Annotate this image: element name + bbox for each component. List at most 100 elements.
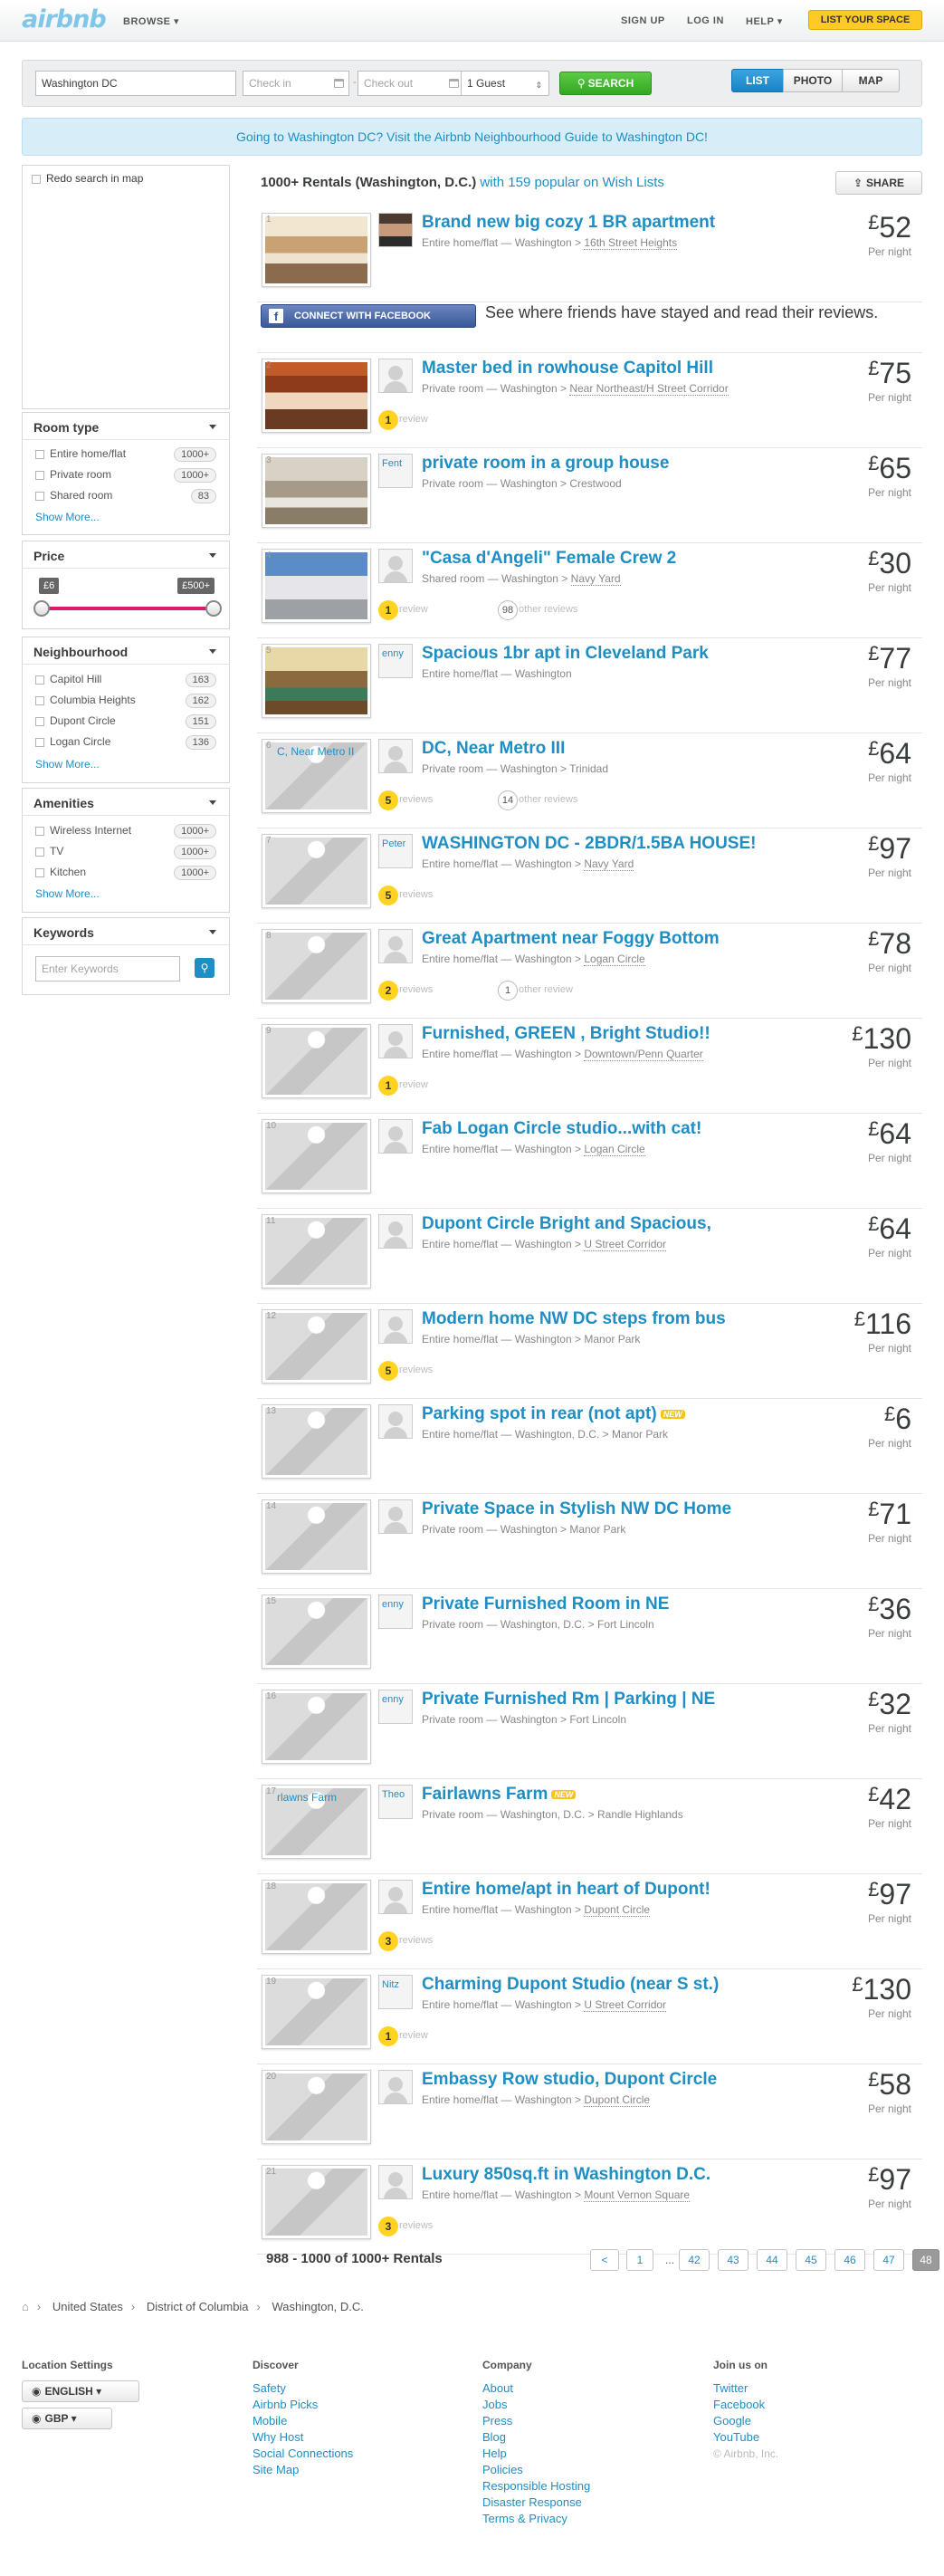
host-avatar[interactable] <box>378 1214 413 1249</box>
listing-photo-placeholder[interactable] <box>265 1693 367 1760</box>
neighbourhood[interactable]: U Street Corridor <box>584 1998 667 2012</box>
footer-link[interactable]: YouTube <box>713 2429 930 2446</box>
listing-row[interactable]: 20 Embassy Row studio, Dupont Circle Entir… <box>257 2064 922 2159</box>
neighbourhood[interactable]: Logan Circle <box>584 1143 645 1156</box>
listing-title-link[interactable]: Dupont Circle Bright and Spacious, <box>422 1214 711 1234</box>
footer-link[interactable]: Help <box>482 2446 700 2462</box>
host-avatar[interactable] <box>378 739 413 773</box>
listing-thumbnail[interactable] <box>262 2070 371 2144</box>
footer-link[interactable]: Site Map <box>253 2462 470 2478</box>
listing-row[interactable]: rlawns Farm 17 Theo Fairlawns Farm NEW Privat… <box>257 1779 922 1874</box>
language-select[interactable]: ◉ ENGLISH ▾ <box>22 2380 139 2402</box>
listing-title-link[interactable]: Master bed in rowhouse Capitol Hill <box>422 359 713 378</box>
checkbox[interactable] <box>35 449 44 459</box>
currency-select[interactable]: ◉ GBP ▾ <box>22 2408 112 2429</box>
search-button[interactable]: ⚲ SEARCH <box>559 72 652 95</box>
listing-title-link[interactable]: Fairlawns Farm NEW <box>422 1785 577 1805</box>
listing-row[interactable]: 3 Fent private room in a group house Privat… <box>257 448 922 543</box>
listing-row[interactable]: 11 Dupont Circle Bright and Spacious, Enti… <box>257 1209 922 1304</box>
filter-option[interactable]: Columbia Heights <box>35 694 136 706</box>
listing-row[interactable]: 16 enny Private Furnished Rm | Parking | N… <box>257 1684 922 1779</box>
checkin-input[interactable]: Check in <box>243 71 349 96</box>
listing-thumbnail[interactable] <box>262 1594 371 1669</box>
listing-row[interactable]: 15 enny Private Furnished Room in NE Privat… <box>257 1589 922 1684</box>
listing-photo-placeholder[interactable] <box>265 2073 367 2140</box>
price-slider-track[interactable] <box>41 607 213 610</box>
footer-link[interactable]: Airbnb Picks <box>253 2397 470 2413</box>
host-avatar[interactable]: Fent <box>378 454 413 488</box>
home-icon[interactable]: ⌂ <box>22 2300 29 2313</box>
neighbourhood[interactable]: Near Northeast/H Street Corridor <box>569 382 729 396</box>
neighbourhood-show-more[interactable]: Show More... <box>35 758 100 771</box>
share-button[interactable]: ⇪ SHARE <box>835 171 922 195</box>
footer-link[interactable]: Press <box>482 2413 700 2429</box>
room-type-show-more[interactable]: Show More... <box>35 511 100 523</box>
listing-thumbnail[interactable]: C, Near Metro II <box>262 739 371 813</box>
host-avatar[interactable] <box>378 359 413 393</box>
browse-menu[interactable]: BROWSE ▾ <box>123 15 179 27</box>
listing-title-link[interactable]: Modern home NW DC steps from bus <box>422 1309 726 1329</box>
host-avatar[interactable]: enny <box>378 1690 413 1724</box>
host-avatar[interactable] <box>378 1024 413 1058</box>
filter-option[interactable]: Capitol Hill <box>35 673 101 685</box>
filter-option[interactable]: Wireless Internet <box>35 824 131 837</box>
listing-row[interactable]: 19 Nitz Charming Dupont Studio (near S st.… <box>257 1969 922 2064</box>
breadcrumb-state[interactable]: District of Columbia <box>147 2300 249 2313</box>
listing-photo[interactable] <box>265 552 367 619</box>
neighbourhood[interactable]: U Street Corridor <box>584 1238 667 1251</box>
listing-photo-placeholder[interactable] <box>265 838 367 905</box>
review-count-badge[interactable]: 3 <box>378 2217 398 2236</box>
view-photo-button[interactable]: PHOTO <box>783 69 843 92</box>
listing-row[interactable]: 8 Great Apartment near Foggy Bottom Entire… <box>257 924 922 1019</box>
host-avatar[interactable]: enny <box>378 1594 413 1629</box>
review-count-badge[interactable]: 1 <box>378 2026 398 2046</box>
filter-option[interactable]: Kitchen <box>35 866 86 878</box>
listing-title-link[interactable]: WASHINGTON DC - 2BDR/1.5BA HOUSE! <box>422 834 756 854</box>
map-panel[interactable]: Redo search in map <box>22 165 230 409</box>
host-avatar[interactable] <box>378 1880 413 1914</box>
listing-thumbnail[interactable] <box>262 1404 371 1479</box>
host-avatar[interactable] <box>378 549 413 583</box>
page-48-button[interactable]: 48 <box>912 2249 939 2271</box>
host-avatar[interactable] <box>378 213 413 247</box>
neighbourhood[interactable]: Navy Yard <box>570 572 621 586</box>
listing-thumbnail[interactable] <box>262 1499 371 1574</box>
listing-row[interactable]: 2 Master bed in rowhouse Capitol Hill Priv… <box>257 353 922 448</box>
filter-option[interactable]: Shared room <box>35 489 112 502</box>
listing-thumbnail[interactable] <box>262 1880 371 1954</box>
checkbox[interactable] <box>35 737 44 747</box>
checkbox[interactable] <box>35 847 44 857</box>
listing-title-link[interactable]: Entire home/apt in heart of Dupont! <box>422 1880 710 1900</box>
listing-row[interactable]: 1 Brand new big cozy 1 BR apartment Entire… <box>257 207 922 302</box>
page-46-button[interactable]: 46 <box>834 2249 865 2271</box>
host-avatar[interactable] <box>378 2070 413 2104</box>
listing-thumbnail[interactable] <box>262 1309 371 1384</box>
listing-title-link[interactable]: Spacious 1br apt in Cleveland Park <box>422 644 709 664</box>
listing-thumbnail[interactable] <box>262 834 371 908</box>
neighbourhood[interactable]: Navy Yard <box>584 857 634 871</box>
listing-row[interactable]: 9 Furnished, GREEN , Bright Studio!! Entir… <box>257 1019 922 1114</box>
checkbox[interactable] <box>35 491 44 501</box>
listing-photo-placeholder[interactable] <box>265 1503 367 1570</box>
host-avatar[interactable] <box>378 929 413 963</box>
keywords-search-button[interactable]: ⚲ <box>195 958 215 978</box>
footer-link[interactable]: Blog <box>482 2429 700 2446</box>
neighbourhood[interactable]: Dupont Circle <box>584 1903 651 1917</box>
listing-photo-placeholder[interactable] <box>265 933 367 1000</box>
filter-option[interactable]: Dupont Circle <box>35 714 116 727</box>
listing-title-link[interactable]: Furnished, GREEN , Bright Studio!! <box>422 1024 710 1044</box>
listing-row[interactable]: 21 Luxury 850sq.ft in Washington D.C. Enti… <box>257 2159 922 2255</box>
host-avatar[interactable]: Nitz <box>378 1975 413 2009</box>
view-map-button[interactable]: MAP <box>842 69 900 92</box>
listing-photo-placeholder[interactable] <box>265 1313 367 1380</box>
redo-checkbox[interactable] <box>32 174 41 184</box>
amenities-header[interactable]: Amenities <box>22 788 230 815</box>
redo-search-in-map[interactable]: Redo search in map <box>32 172 143 185</box>
checkbox[interactable] <box>35 716 44 726</box>
listing-thumbnail[interactable] <box>262 1975 371 2049</box>
review-count-badge[interactable]: 3 <box>378 1931 398 1951</box>
page-42-button[interactable]: 42 <box>679 2249 710 2271</box>
checkout-input[interactable]: Check out <box>358 71 464 96</box>
host-avatar[interactable]: Peter <box>378 834 413 868</box>
login-link[interactable]: LOG IN <box>687 15 724 26</box>
